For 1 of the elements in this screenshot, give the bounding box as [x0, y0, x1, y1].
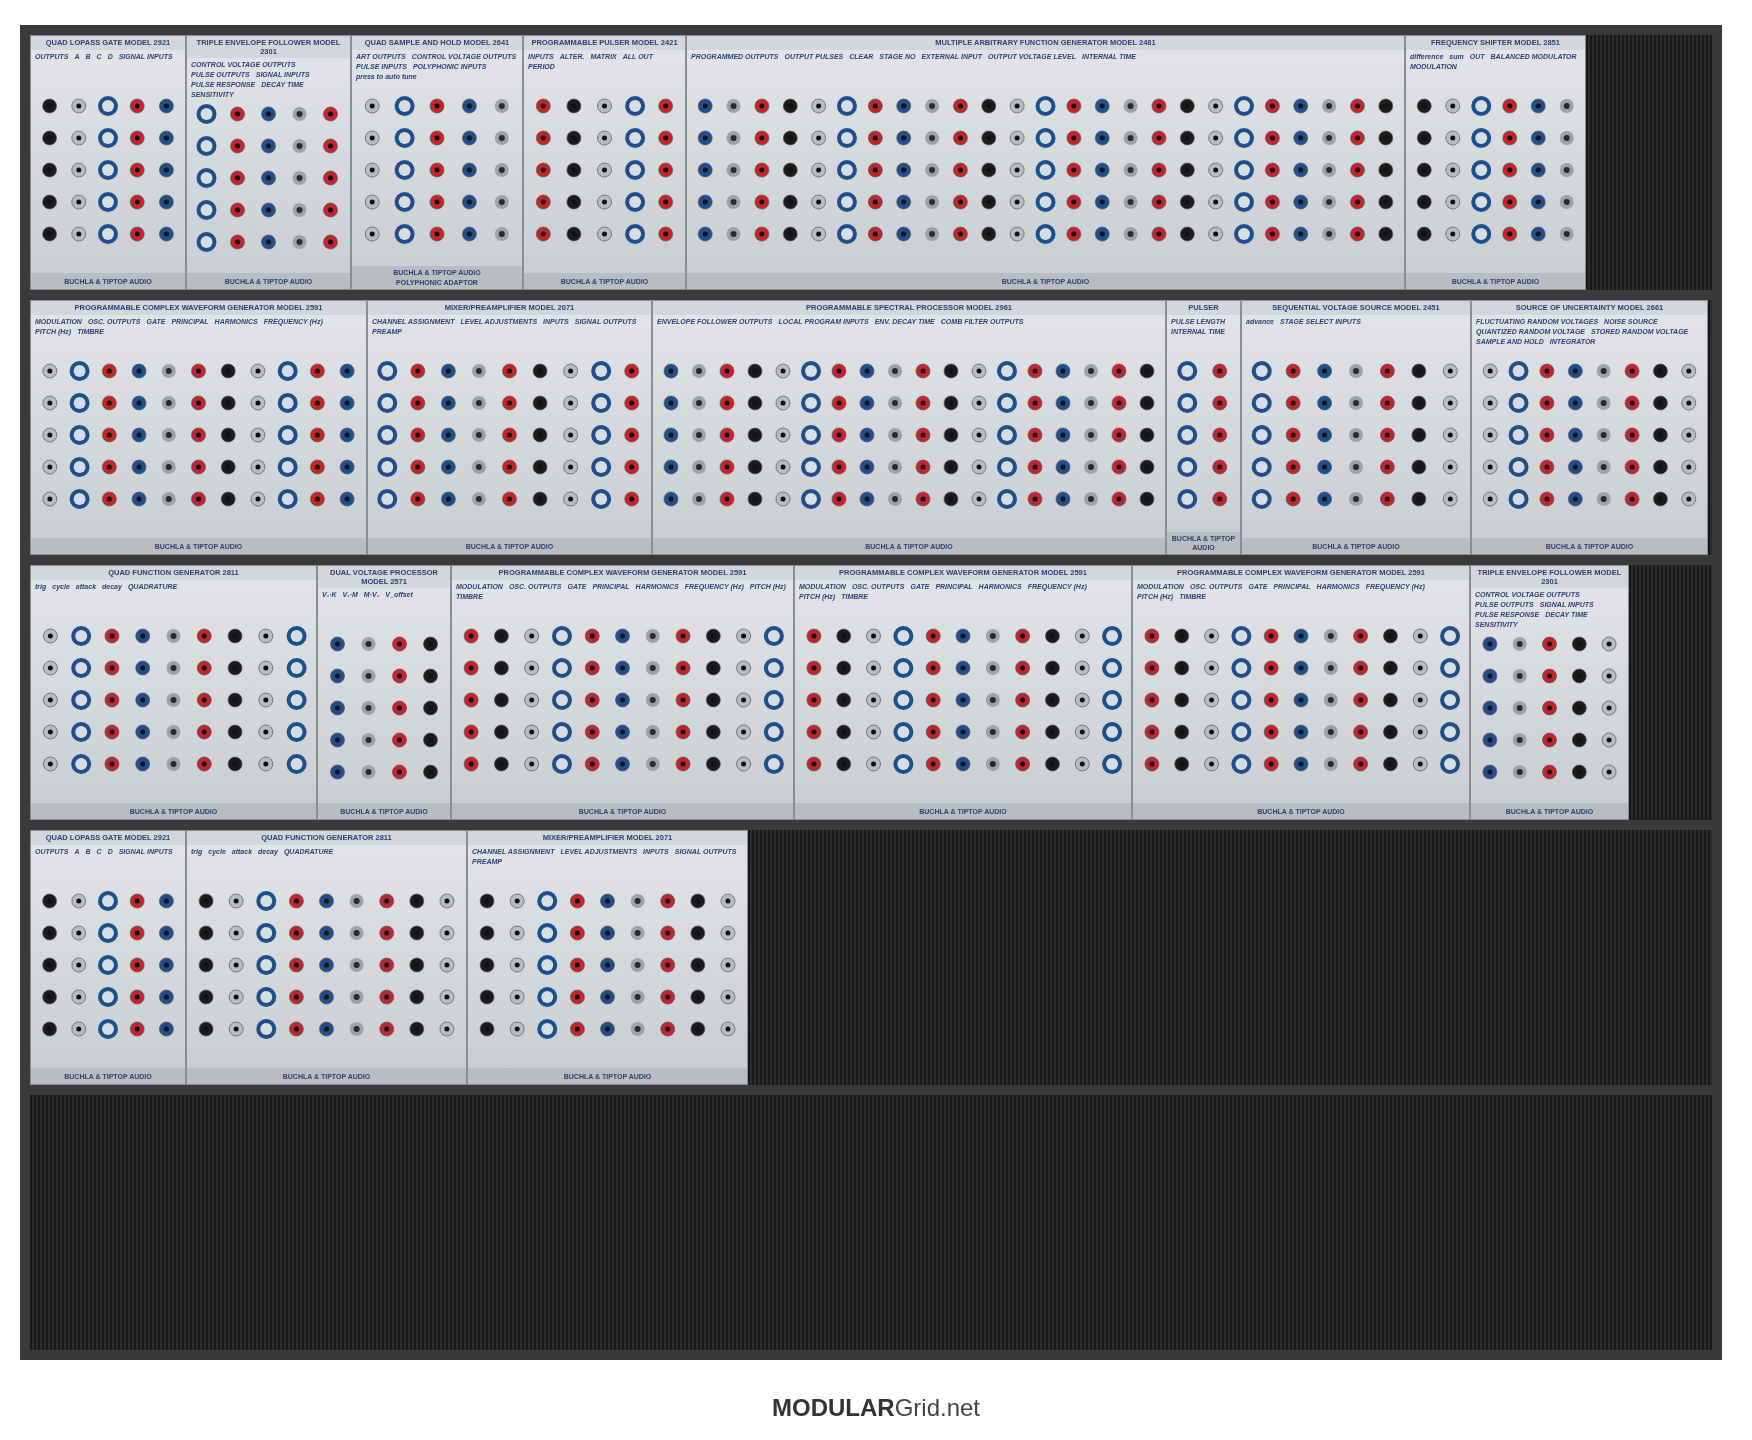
site-logo[interactable]: MODULARGrid.net: [0, 1394, 1752, 1422]
